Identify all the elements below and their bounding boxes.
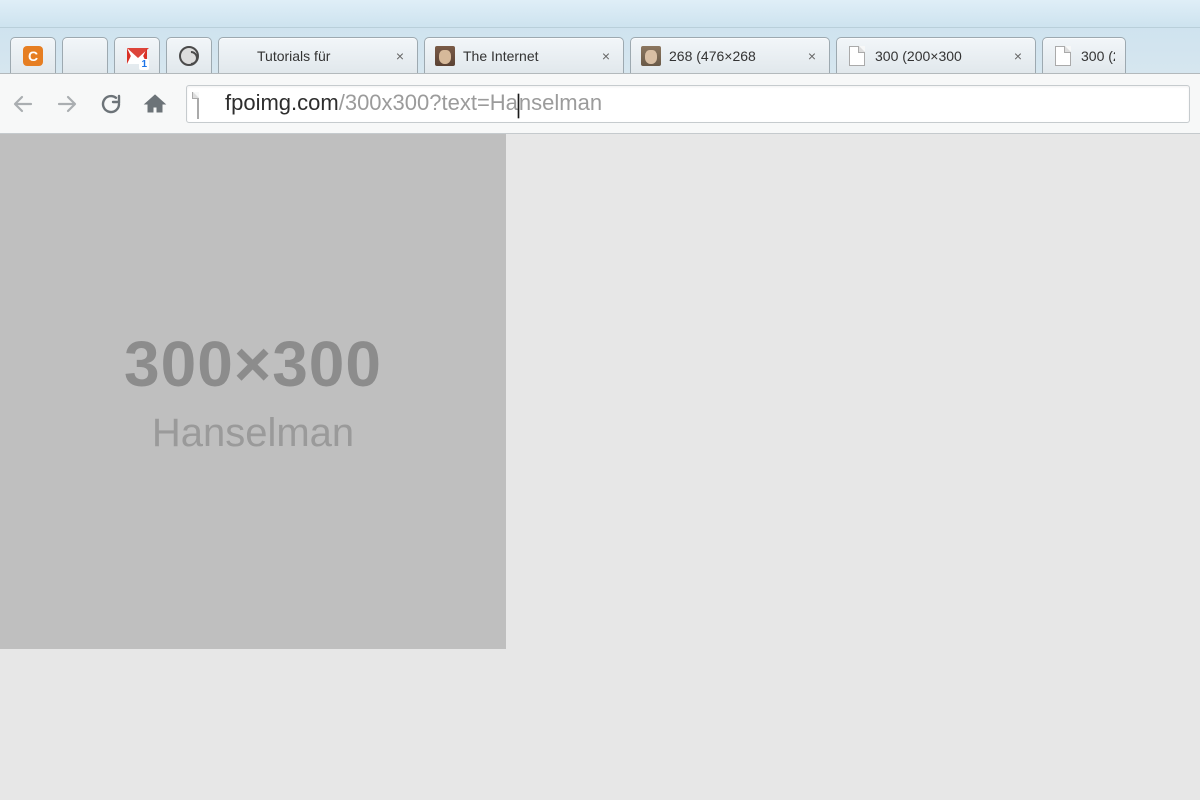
- gmail-unread-badge: 1: [139, 59, 149, 70]
- pinned-tab-ring[interactable]: [166, 37, 212, 73]
- wings-icon: [75, 46, 95, 66]
- close-icon[interactable]: ×: [805, 49, 819, 63]
- close-icon[interactable]: ×: [1011, 49, 1025, 63]
- page-icon: [847, 46, 867, 66]
- face2-icon: [641, 46, 661, 66]
- placeholder-image: 300×300 Hanselman: [0, 134, 506, 649]
- reload-button[interactable]: [98, 91, 124, 117]
- tab-label: 300 (200×300: [875, 48, 1003, 64]
- placeholder-dimensions: 300×300: [124, 327, 382, 401]
- placeholder-caption: Hanselman: [152, 411, 354, 456]
- tab-300a[interactable]: 300 (200×300 ×: [836, 37, 1036, 73]
- text-cursor-icon: [518, 94, 519, 118]
- url-path-before-cursor: /300x300?text=Ha: [339, 90, 518, 115]
- page-icon: [1053, 46, 1073, 66]
- tab-label: The Internet: [463, 48, 591, 64]
- window-titlebar: [0, 0, 1200, 28]
- tab-label: 268 (476×268: [669, 48, 797, 64]
- back-button[interactable]: [10, 91, 36, 117]
- url-text: fpoimg.com/300x300?text=Hanselman: [225, 90, 602, 116]
- c-icon: C: [23, 46, 43, 66]
- toolbar: fpoimg.com/300x300?text=Hanselman: [0, 74, 1200, 134]
- home-button[interactable]: [142, 91, 168, 117]
- page-content: 300×300 Hanselman: [0, 134, 1200, 800]
- tab-300b[interactable]: 300 (2: [1042, 37, 1126, 73]
- pinned-tab-c[interactable]: C: [10, 37, 56, 73]
- forward-button[interactable]: [54, 91, 80, 117]
- tab-label: 300 (2: [1081, 48, 1115, 64]
- url-host: fpoimg.com: [225, 90, 339, 115]
- address-bar[interactable]: fpoimg.com/300x300?text=Hanselman: [186, 85, 1190, 123]
- tab-internet[interactable]: The Internet ×: [424, 37, 624, 73]
- ring-icon: [179, 46, 199, 66]
- tab-label: Tutorials für: [257, 48, 385, 64]
- page-icon: [197, 93, 215, 115]
- url-path-after-cursor: nselman: [519, 90, 602, 115]
- pinned-tab-gmail[interactable]: 1: [114, 37, 160, 73]
- pinned-tab-wings[interactable]: [62, 37, 108, 73]
- tab-strip: C 1 Tutorials: [0, 28, 1200, 74]
- tab-268[interactable]: 268 (476×268 ×: [630, 37, 830, 73]
- face-icon: [435, 46, 455, 66]
- wings-icon: [229, 46, 249, 66]
- pinned-tabs-group: C 1: [10, 37, 212, 73]
- close-icon[interactable]: ×: [393, 49, 407, 63]
- close-icon[interactable]: ×: [599, 49, 613, 63]
- gmail-icon: 1: [127, 46, 147, 66]
- tab-tutorials[interactable]: Tutorials für ×: [218, 37, 418, 73]
